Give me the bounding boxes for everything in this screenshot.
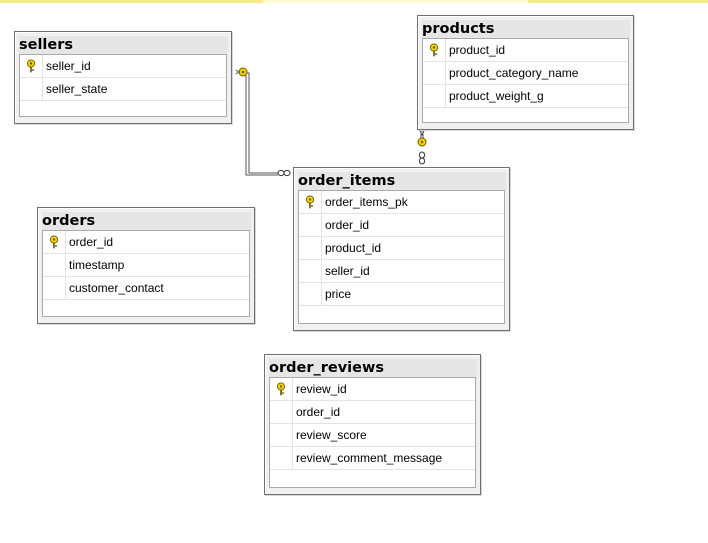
column-name: product_weight_g [449,89,544,103]
column-name: order_items_pk [325,195,408,209]
column-name: review_id [296,382,347,396]
row-gutter [423,85,446,107]
row-gutter [43,231,66,253]
row-gutter [270,447,293,469]
relationship-products-order-items[interactable] [417,130,427,165]
column-row[interactable]: product_weight_g [423,85,628,108]
row-gutter [299,283,322,305]
table-orders[interactable]: orders order_id timestamp customer_conta… [37,207,255,324]
column-row[interactable]: product_id [299,237,504,260]
column-name: seller_id [46,59,91,73]
column-name: seller_state [46,82,108,96]
table-title[interactable]: order_items [298,172,506,191]
column-row[interactable]: seller_id [20,55,226,78]
many-end-infinity-icon [418,151,426,165]
column-row[interactable]: product_category_name [423,62,628,85]
row-gutter [299,260,322,282]
column-name: order_id [69,235,114,249]
column-row[interactable]: review_score [270,424,475,447]
column-row[interactable]: product_id [423,39,628,62]
column-row[interactable]: seller_id [299,260,504,283]
primary-key-icon [429,43,439,57]
row-gutter [423,62,446,84]
row-gutter [299,214,322,236]
column-name: product_id [449,43,506,57]
primary-key-icon [26,59,36,73]
primary-key-icon [276,382,286,396]
one-end-key-icon [235,67,248,77]
table-products[interactable]: products product_id product_category_nam… [417,15,634,130]
row-gutter [299,237,322,259]
relationship-sellers-order-items[interactable] [235,67,291,177]
column-row[interactable]: review_id [270,378,475,401]
column-grid: product_id product_category_name product… [422,38,629,123]
table-title[interactable]: products [422,20,630,39]
row-gutter [43,254,66,276]
column-name: review_score [296,428,367,442]
column-name: product_category_name [449,66,579,80]
column-grid: seller_id seller_state [19,54,227,117]
one-end-key-icon [417,130,427,147]
table-order-items[interactable]: order_items order_items_pk order_id prod… [293,167,510,331]
many-end-infinity-icon [277,169,291,177]
row-gutter [20,55,43,77]
row-gutter [43,277,66,299]
column-row[interactable]: review_comment_message [270,447,475,470]
column-row[interactable]: order_items_pk [299,191,504,214]
table-title[interactable]: sellers [19,36,228,55]
column-grid: order_id timestamp customer_contact [42,230,250,317]
row-gutter [270,378,293,400]
column-row[interactable]: timestamp [43,254,249,277]
row-gutter [270,424,293,446]
column-row[interactable]: order_id [299,214,504,237]
table-sellers[interactable]: sellers seller_id seller_state [14,31,232,124]
column-row[interactable]: order_id [43,231,249,254]
column-name: price [325,287,352,301]
column-name: review_comment_message [296,451,443,465]
column-grid: order_items_pk order_id product_id selle… [298,190,505,324]
table-order-reviews[interactable]: order_reviews review_id order_id review_… [264,354,481,495]
row-gutter [20,78,43,100]
column-row[interactable]: customer_contact [43,277,249,300]
column-grid: review_id order_id review_score review_c… [269,377,476,488]
column-name: customer_contact [69,281,164,295]
column-name: order_id [325,218,370,232]
column-row[interactable]: order_id [270,401,475,424]
column-row[interactable]: seller_state [20,78,226,101]
column-name: product_id [325,241,382,255]
row-gutter [423,39,446,61]
column-name: seller_id [325,264,370,278]
column-name: timestamp [69,258,125,272]
primary-key-icon [305,195,315,209]
row-gutter [270,401,293,423]
table-title[interactable]: orders [42,212,251,231]
column-name: order_id [296,405,341,419]
row-gutter [299,191,322,213]
primary-key-icon [49,235,59,249]
table-title[interactable]: order_reviews [269,359,477,378]
column-row[interactable]: price [299,283,504,306]
